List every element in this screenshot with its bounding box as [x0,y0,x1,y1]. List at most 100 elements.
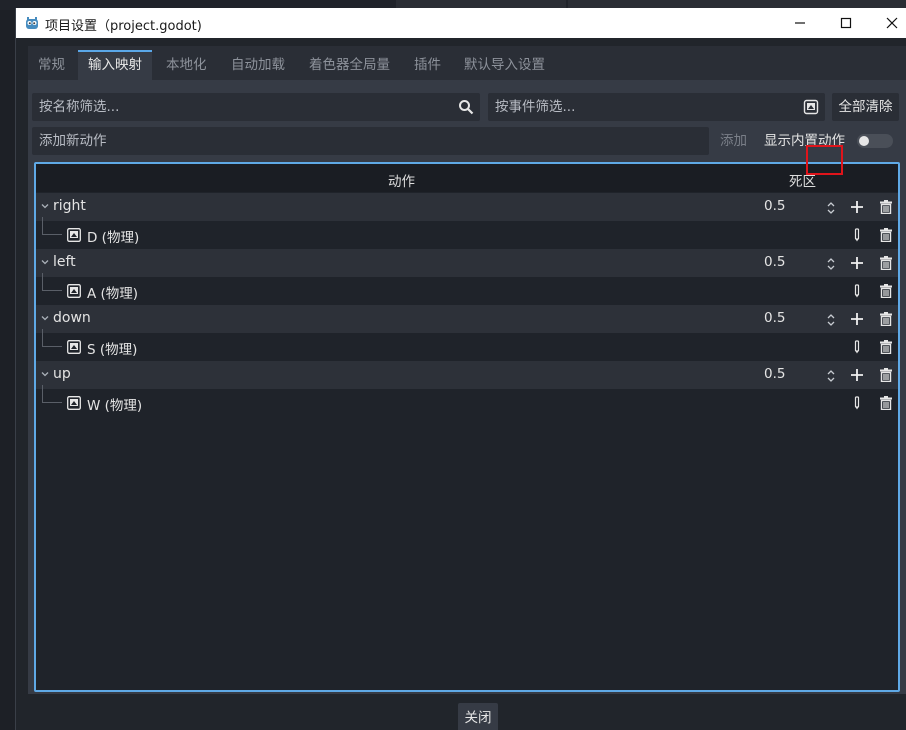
minimize-icon [795,22,805,24]
chevron-down-icon[interactable] [40,201,50,211]
action-row-left[interactable]: left 0.5 [36,249,898,277]
tree-connector-line [42,273,62,291]
action-row-down[interactable]: down 0.5 [36,305,898,333]
filter-by-event-input[interactable]: 按事件筛选... [488,93,825,121]
deadzone-value[interactable]: 0.5 [764,366,785,382]
show-builtin-label: 显示内置动作 [764,133,845,149]
keyboard-key-icon [67,396,81,410]
add-event-button[interactable] [847,253,867,273]
tab-shader-globals[interactable]: 着色器全局量 [299,50,400,80]
tab-import-defaults[interactable]: 默认导入设置 [454,50,555,80]
edit-event-button[interactable] [847,393,867,413]
action-name: up [53,366,71,382]
tree-connector-line [42,217,62,235]
action-tree[interactable]: 动作 死区 right 0.5 D (物理) left 0.5 A (物理) d… [34,162,900,692]
edit-event-button[interactable] [847,337,867,357]
godot-app-icon [26,17,38,29]
chevron-down-icon[interactable] [40,369,50,379]
tab-autoload[interactable]: 自动加载 [221,50,295,80]
filter-by-name-input[interactable]: 按名称筛选... [32,93,480,121]
action-name: left [53,254,76,270]
edit-event-button[interactable] [847,281,867,301]
tab-general[interactable]: 常规 [28,50,75,80]
plus-icon [851,369,863,381]
title-bar[interactable]: 项目设置（project.godot) [16,8,906,38]
close-icon [886,17,898,29]
remove-event-button[interactable] [876,281,896,301]
minimize-button[interactable] [777,8,823,38]
maximize-icon [840,17,852,29]
new-action-input[interactable]: 添加新动作 [32,127,709,155]
remove-event-button[interactable] [876,337,896,357]
spinner-arrows-icon[interactable] [826,368,836,384]
column-header-action: 动作 [388,174,415,190]
keyboard-key-icon [67,284,81,298]
event-row[interactable]: D (物理) [36,217,898,249]
pencil-icon [854,284,860,298]
trash-icon [880,256,892,270]
chevron-down-icon[interactable] [40,257,50,267]
tab-bar: 常规 输入映射 本地化 自动加载 着色器全局量 插件 默认导入设置 [28,50,906,80]
pencil-icon [854,396,860,410]
remove-event-button[interactable] [876,393,896,413]
trash-icon [880,368,892,382]
action-name: right [53,198,86,214]
keyboard-key-icon [67,228,81,242]
event-name: W (物理) [87,398,143,414]
event-name: S (物理) [87,342,138,358]
toggle-knob [859,136,869,146]
add-action-button[interactable]: 添加 [720,127,747,155]
event-row[interactable]: W (物理) [36,385,898,417]
filter-by-event-placeholder: 按事件筛选... [495,99,576,115]
spinner-arrows-icon[interactable] [826,256,836,272]
trash-icon [880,200,892,214]
add-event-button[interactable] [847,309,867,329]
action-name: down [53,310,91,326]
plus-icon [851,257,863,269]
deadzone-value[interactable]: 0.5 [764,198,785,214]
pencil-icon [854,340,860,354]
dialog-content: 常规 输入映射 本地化 自动加载 着色器全局量 插件 默认导入设置 按名称筛选.… [28,46,906,730]
tree-header: 动作 死区 [36,164,898,192]
pencil-icon [854,228,860,242]
deadzone-value[interactable]: 0.5 [764,310,785,326]
spinner-arrows-icon[interactable] [826,312,836,328]
event-name: A (物理) [87,286,139,302]
action-row-up[interactable]: up 0.5 [36,361,898,389]
remove-action-button[interactable] [876,309,896,329]
trash-icon [880,396,892,410]
event-row[interactable]: A (物理) [36,273,898,305]
filter-by-name-placeholder: 按名称筛选... [39,99,120,115]
clear-all-button[interactable]: 全部清除 [832,93,899,121]
event-row[interactable]: S (物理) [36,329,898,361]
trash-icon [880,312,892,326]
tab-localization[interactable]: 本地化 [156,50,217,80]
close-button[interactable]: 关闭 [458,703,498,730]
tree-connector-line [42,329,62,347]
trash-icon [880,284,892,298]
tree-connector-line [42,385,62,403]
maximize-button[interactable] [823,8,869,38]
remove-event-button[interactable] [876,225,896,245]
keyboard-key-icon [67,340,81,354]
plus-icon [851,313,863,325]
plus-icon [851,201,863,213]
dialog-footer: 关闭 [28,694,906,730]
remove-action-button[interactable] [876,365,896,385]
add-event-button[interactable] [847,365,867,385]
tab-plugins[interactable]: 插件 [404,50,451,80]
remove-action-button[interactable] [876,197,896,217]
window-title: 项目设置（project.godot) [45,19,202,34]
show-builtin-toggle[interactable] [857,134,893,148]
edit-event-button[interactable] [847,225,867,245]
deadzone-value[interactable]: 0.5 [764,254,785,270]
chevron-down-icon[interactable] [40,313,50,323]
window-close-button[interactable] [869,8,906,38]
remove-action-button[interactable] [876,253,896,273]
trash-icon [880,228,892,242]
tab-input-map[interactable]: 输入映射 [78,50,152,80]
action-row-right[interactable]: right 0.5 [36,193,898,221]
spinner-arrows-icon[interactable] [826,200,836,216]
add-event-button[interactable] [847,197,867,217]
input-map-panel: 按名称筛选... 按事件筛选... 全部清除 添加新动作 添加 显示内置动作 动… [28,80,906,694]
